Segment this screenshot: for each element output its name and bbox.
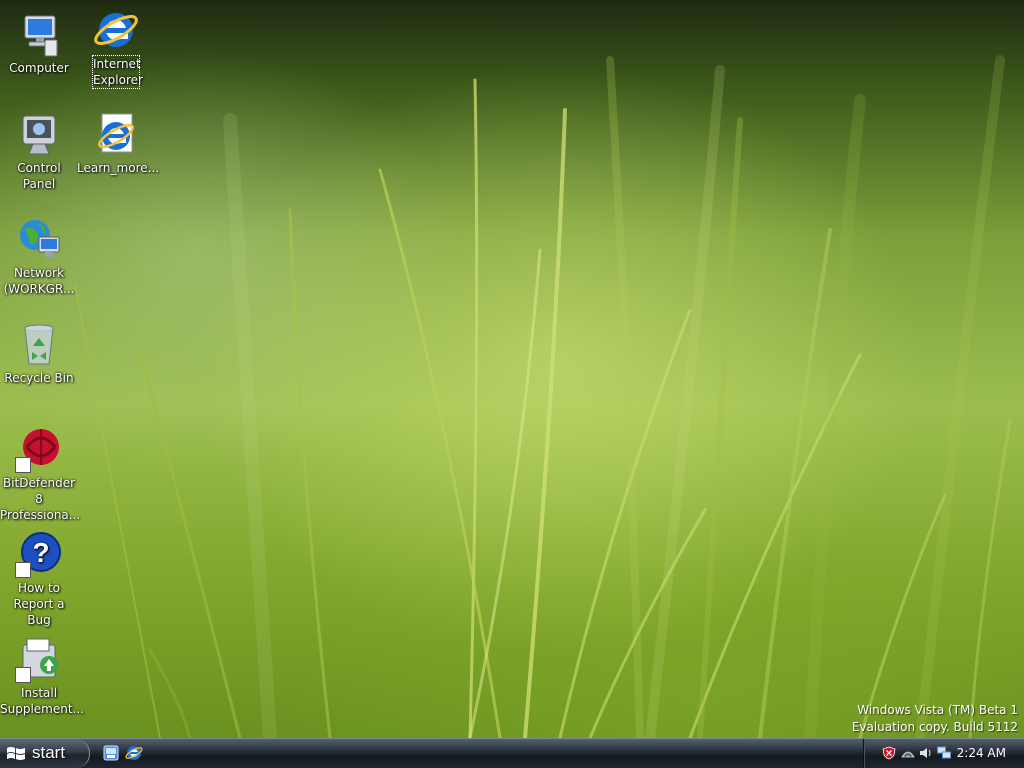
desktop[interactable]: Computer InternetExplorer Control Panel	[0, 0, 1024, 738]
desktop-icon-learn-more[interactable]: Learn_more...	[77, 110, 160, 176]
desktop-icon-install-supplement[interactable]: Install Supplement...	[0, 635, 84, 717]
desktop-icon-computer[interactable]: Computer	[0, 10, 78, 76]
recycle-bin-icon	[15, 320, 63, 368]
watermark-line-1: Windows Vista (TM) Beta 1	[857, 703, 1018, 717]
desktop-icon-label: Internet Explorer	[92, 55, 143, 89]
desktop-icon-report-bug[interactable]: ? How to Report a Bug	[0, 530, 78, 628]
desktop-icon-recycle-bin[interactable]: Recycle Bin	[0, 320, 78, 386]
windows-logo-icon	[7, 747, 25, 760]
watermark-line-2: Evaluation copy. Build 5112	[851, 720, 1018, 734]
desktop-icon-label: Network (WORKGR...	[3, 266, 75, 296]
notification-area[interactable]: 2:24 AM	[863, 739, 1024, 768]
security-center-icon[interactable]	[882, 746, 896, 760]
internet-explorer-icon	[92, 110, 140, 158]
desktop-icon-label: Learn_more...	[77, 161, 160, 175]
desktop-icon-label: Computer	[9, 61, 69, 75]
start-button[interactable]: start	[0, 739, 90, 768]
desktop-icon-control-panel[interactable]: Control Panel	[0, 110, 78, 192]
bitdefender-tray-icon[interactable]	[901, 746, 915, 760]
desktop-icon-label: Install Supplement...	[0, 686, 84, 716]
desktop-icon-label: How to Report a Bug	[13, 581, 65, 627]
volume-icon[interactable]	[919, 746, 933, 760]
taskbar[interactable]: start 2:24 AM	[0, 738, 1024, 768]
network-tray-icon[interactable]	[937, 746, 951, 760]
bitdefender-icon	[15, 425, 63, 473]
show-desktop-icon[interactable]	[102, 744, 120, 762]
desktop-icon-label: Control Panel	[17, 161, 61, 191]
clock[interactable]: 2:24 AM	[957, 745, 1006, 761]
network-icon	[15, 215, 63, 263]
desktop-icon-label: BitDefender 8 Professiona...	[0, 476, 81, 522]
installer-icon	[15, 635, 63, 683]
desktop-icon-label: Recycle Bin	[4, 371, 74, 385]
desktop-icon-internet-explorer[interactable]: Internet Explorer	[77, 6, 155, 89]
svg-text:?: ?	[32, 537, 49, 568]
start-label: start	[32, 743, 66, 762]
desktop-icon-bitdefender[interactable]: BitDefender 8 Professiona...	[0, 425, 81, 523]
internet-explorer-icon[interactable]	[125, 744, 143, 762]
control-panel-icon	[15, 110, 63, 158]
shortcut-arrow-icon	[15, 667, 31, 683]
computer-icon	[15, 10, 63, 58]
desktop-icon-network[interactable]: Network (WORKGR...	[0, 215, 78, 297]
internet-explorer-icon	[92, 6, 140, 54]
shortcut-arrow-icon	[15, 457, 31, 473]
build-watermark: Windows Vista (TM) Beta 1 Evaluation cop…	[852, 702, 1018, 736]
shortcut-arrow-icon	[15, 562, 31, 578]
help-icon: ?	[15, 530, 63, 578]
